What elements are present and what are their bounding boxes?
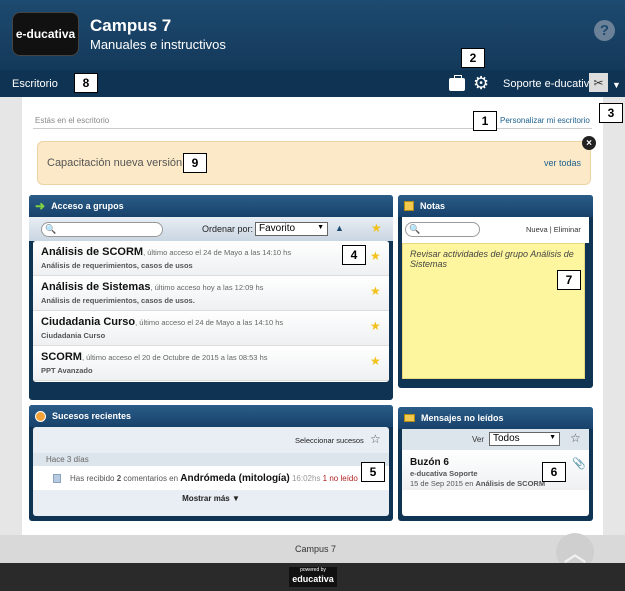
annotation-marker-6: 6 [542,462,566,482]
events-panel-header: Sucesos recientes [29,405,393,427]
star-outline-icon[interactable]: ☆ [370,432,381,446]
groups-list: Análisis de SCORM, último acceso el 24 d… [33,241,389,382]
chevron-down-icon[interactable]: ▼ [612,80,621,90]
powered-by-logo[interactable]: powered by educativa [289,567,337,587]
annotation-marker-1: 1 [473,111,497,131]
star-icon[interactable]: ★ [370,319,381,333]
event-item[interactable]: Has recibido 2 comentarios en Andrómeda … [33,466,389,490]
message-title[interactable]: Buzón 6 [410,457,449,468]
educativa-logo[interactable]: e-ducativa [12,12,79,56]
view-select[interactable]: Todos ▼ [489,432,560,446]
groups-search-input[interactable]: 🔍 [41,222,163,237]
groups-panel-header: ➜ Acceso a grupos [29,195,393,217]
group-name: Análisis de SCORM, último acceso el 24 d… [41,246,292,258]
notes-panel-header: Notas [398,195,593,217]
message-sender: e-ducativa Soporte [410,469,478,478]
group-name: SCORM, último acceso el 20 de Octubre de… [41,351,268,363]
select-events-link[interactable]: Seleccionar sucesos [295,436,364,445]
document-icon [53,474,61,483]
events-panel: Sucesos recientes Seleccionar sucesos ☆ … [29,405,393,521]
search-icon: 🔍 [409,224,421,234]
events-panel-title: Sucesos recientes [52,411,132,421]
user-menu-label[interactable]: Soporte e-ducativa [503,78,595,90]
view-label: Ver [472,435,485,444]
envelope-icon [404,414,415,422]
show-more-button[interactable]: Mostrar más ▼ [33,494,389,503]
note-icon [404,201,414,211]
events-body: Seleccionar sucesos ☆ Hace 3 días Has re… [33,427,389,516]
annotation-marker-7: 7 [557,270,581,290]
star-outline-icon[interactable]: ☆ [570,431,581,445]
breadcrumb: Estás en el escritorio [35,116,110,125]
notes-actions[interactable]: Nueva | Eliminar [526,225,581,234]
nav-tools: ⚙ [449,74,489,92]
star-icon[interactable]: ★ [370,249,381,263]
note-textarea[interactable]: Revisar actividades del grupo Análisis d… [402,243,585,379]
annotation-marker-8: 8 [74,73,98,93]
group-row[interactable]: Análisis de Sistemas, último acceso hoy … [33,276,389,311]
clock-icon [35,410,46,422]
annotation-marker-2: 2 [461,48,485,68]
groups-panel-title: Acceso a grupos [51,201,124,211]
help-icon[interactable]: ? [594,20,615,41]
dropdown-caret-icon: ▼ [549,434,556,441]
nav-escritorio[interactable]: Escritorio [12,78,58,90]
groups-toolbar: 🔍 Ordenar por: Favorito ▼ ▲ ★ [29,217,393,241]
group-subtitle: Ciudadania Curso [41,331,106,340]
customize-desktop-link[interactable]: Personalizar mi escritorio [500,116,590,125]
group-subtitle: Análisis de requerimientos, casos de uso… [41,296,195,305]
divider [33,128,592,129]
group-name: Ciudadania Curso, último acceso el 24 de… [41,316,284,328]
site-title[interactable]: Campus 7 [90,16,171,36]
star-icon[interactable]: ★ [370,354,381,368]
notes-panel: Notas 🔍 Nueva | Eliminar Revisar activid… [398,195,593,388]
annotation-marker-5: 5 [361,462,385,482]
group-name: Análisis de Sistemas, último acceso hoy … [41,281,264,293]
group-subtitle: PPT Avanzado [41,366,93,375]
messages-panel-header: Mensajes no leídos [398,407,593,429]
gear-icon[interactable]: ⚙ [473,74,489,92]
notes-search-input[interactable]: 🔍 [405,222,480,237]
briefcase-icon[interactable] [449,75,465,91]
footer-text: Campus 7 [295,544,337,554]
annotation-marker-3: 3 [599,103,623,123]
sort-asc-icon[interactable]: ▲ [335,223,344,233]
group-subtitle: Análisis de requerimientos, casos de uso… [41,261,193,270]
notes-toolbar: 🔍 Nueva | Eliminar [402,217,589,243]
messages-toolbar: Ver Todos ▼ ☆ [402,429,589,450]
order-by-value: Favorito [259,223,296,234]
banner-text[interactable]: Capacitación nueva versión [47,157,182,169]
order-by-label: Ordenar por: [202,224,254,234]
desktop-main: Estás en el escritorio Personalizar mi e… [22,97,603,535]
group-row[interactable]: SCORM, último acceso el 20 de Octubre de… [33,346,389,381]
group-row[interactable]: Ciudadania Curso, último acceso el 24 de… [33,311,389,346]
footer-bottom: powered by educativa [0,563,625,591]
site-subtitle: Manuales e instructivos [90,37,226,52]
messages-panel-title: Mensajes no leídos [421,413,504,423]
order-by-select[interactable]: Favorito ▼ [255,222,328,236]
message-date: 15 de Sep 2015 en Análisis de SCORM [410,479,546,488]
group-row[interactable]: Análisis de SCORM, último acceso el 24 d… [33,241,389,276]
notes-panel-title: Notas [420,201,446,211]
annotation-marker-4: 4 [342,245,366,265]
events-period: Hace 3 días [33,453,389,466]
star-icon[interactable]: ★ [370,284,381,298]
arrow-right-icon: ➜ [35,199,46,213]
close-icon[interactable]: × [582,136,596,150]
view-value: Todos [493,433,520,444]
logo-text: e-ducativa [15,27,76,41]
app-header: e-ducativa Campus 7 Manuales e instructi… [0,0,625,70]
groups-panel: ➜ Acceso a grupos 🔍 Ordenar por: Favorit… [29,195,393,400]
banner-view-all-link[interactable]: ver todas [544,158,581,168]
dropdown-caret-icon: ▼ [317,224,324,231]
search-icon: 🔍 [45,224,57,234]
star-icon[interactable]: ★ [371,221,382,235]
paperclip-icon: 📎 [572,458,586,470]
announcement-banner: Capacitación nueva versión ver todas [37,141,591,185]
annotation-marker-9: 9 [183,153,207,173]
avatar[interactable]: ✂ [589,73,608,92]
footer-band: Campus 7 [0,535,625,563]
